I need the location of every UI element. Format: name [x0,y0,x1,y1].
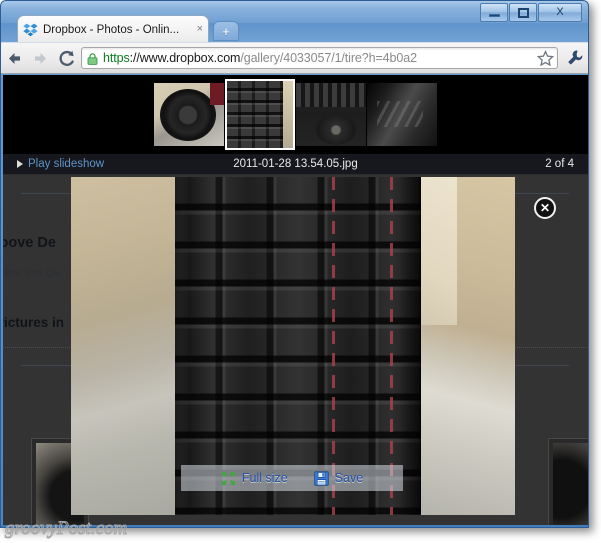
photo-floor-left [71,177,189,515]
filmstrip-thumbnail-3[interactable] [296,83,366,146]
lightbox-photo[interactable]: Full size Save [71,177,515,515]
lightbox-caption-bar: Play slideshow 2011-01-28 13.54.05.jpg 2… [3,154,588,174]
tab-dropbox-photos[interactable]: Dropbox - Photos - Onlin... × [17,15,209,43]
background-thumbnail-image [553,443,588,527]
expand-arrows-icon [221,471,236,486]
reload-icon [59,50,74,66]
full-size-button[interactable]: Full size [221,471,288,486]
screenshot-root: X Dropbox - Photos - Onlin... × + https:… [0,0,601,543]
background-thumbnail[interactable] [548,438,588,527]
url-separator: :// [129,51,140,65]
url-path: /gallery/4033057/1/tire?h=4b0a2 [240,51,417,65]
forward-button [27,45,53,71]
url-scheme: https [103,51,130,65]
new-tab-button[interactable]: + [213,21,239,41]
back-arrow-icon [8,52,20,64]
filmstrip-thumbnail-1[interactable] [154,83,224,146]
dropbox-logo-icon [23,23,38,37]
wrench-icon [568,50,583,65]
watermark: groovyPost.com [4,518,128,540]
thumbnail-image [160,89,216,141]
pictures-heading: Pictures in [3,315,65,330]
filmstrip-thumbnail-2-selected[interactable] [225,79,295,150]
thumbnail-filmstrip [3,75,588,154]
floppy-disk-save-icon [313,470,329,486]
save-label: Save [334,471,364,485]
thumbnail-floor-edge [283,81,293,148]
filmstrip-thumbnail-4[interactable] [367,83,437,146]
browser-window: X Dropbox - Photos - Onlin... × + https:… [0,0,589,528]
thumbnail-sidewall-text [377,101,423,127]
tab-strip: Dropbox - Photos - Onlin... × + [1,15,588,43]
tab-close-icon[interactable]: × [197,24,203,35]
photo-action-bar: Full size Save [181,465,403,491]
thumbnail-tread [296,83,366,107]
back-button[interactable] [1,45,27,71]
full-size-label: Full size [241,471,288,485]
forward-arrow-icon [34,52,46,64]
wrench-menu-button[interactable] [562,45,588,71]
photo-counter: 2 of 4 [545,158,574,170]
lightbox-close-button[interactable]: ✕ [534,197,556,219]
gallery-share-text: Share this ga [3,265,60,279]
save-button[interactable]: Save [313,470,364,486]
url-host: www.dropbox.com [139,51,241,65]
url-text: https://www.dropbox.com/gallery/4033057/… [103,51,537,65]
gallery-title: groove De [3,235,56,251]
reload-button[interactable] [53,45,79,71]
lock-icon [87,52,98,65]
thumbnail-accent [210,83,224,105]
address-bar[interactable]: https://www.dropbox.com/gallery/4033057/… [81,47,558,69]
close-icon: ✕ [539,201,551,215]
page-viewport: Dropbox groove De Share this ga Pictures… [3,75,588,527]
photo-filename: 2011-01-28 13.54.05.jpg [233,158,358,170]
tab-title: Dropbox - Photos - Onlin... [43,23,180,36]
browser-toolbar: https://www.dropbox.com/gallery/4033057/… [1,42,588,74]
bookmark-star-icon[interactable] [536,49,555,67]
thumbnail-rim [316,115,356,145]
